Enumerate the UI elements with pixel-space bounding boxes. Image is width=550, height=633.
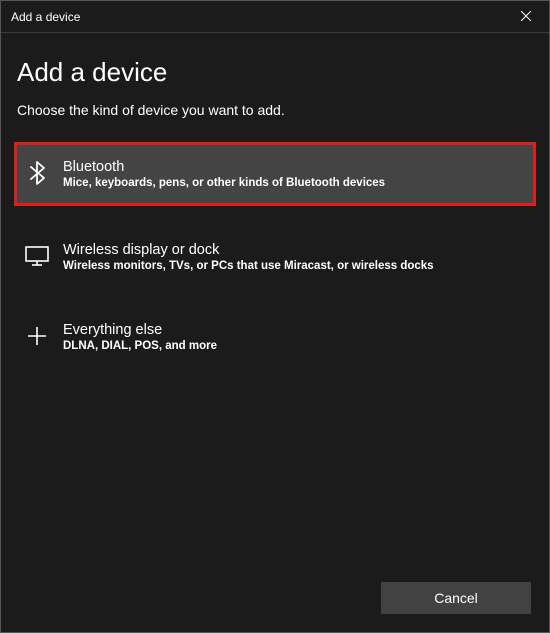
option-desc: Mice, keyboards, pens, or other kinds of… <box>63 177 385 189</box>
titlebar: Add a device <box>1 1 549 33</box>
device-options: Bluetooth Mice, keyboards, pens, or othe… <box>17 142 533 366</box>
footer: Cancel <box>381 582 531 614</box>
bluetooth-icon <box>25 161 49 185</box>
content: Add a device Choose the kind of device y… <box>1 33 549 366</box>
option-desc: Wireless monitors, TVs, or PCs that use … <box>63 260 434 272</box>
plus-icon <box>25 324 49 348</box>
cancel-button[interactable]: Cancel <box>381 582 531 614</box>
titlebar-title: Add a device <box>11 10 80 24</box>
option-text: Bluetooth Mice, keyboards, pens, or othe… <box>63 159 385 189</box>
option-title: Wireless display or dock <box>63 242 434 258</box>
option-everything-else[interactable]: Everything else DLNA, DIAL, POS, and mor… <box>17 308 533 366</box>
close-button[interactable] <box>503 1 549 33</box>
option-title: Everything else <box>63 322 217 338</box>
option-wireless-display[interactable]: Wireless display or dock Wireless monito… <box>17 228 533 286</box>
option-text: Wireless display or dock Wireless monito… <box>63 242 434 272</box>
monitor-icon <box>25 244 49 268</box>
option-bluetooth[interactable]: Bluetooth Mice, keyboards, pens, or othe… <box>14 142 536 206</box>
close-icon <box>521 8 531 26</box>
option-text: Everything else DLNA, DIAL, POS, and mor… <box>63 322 217 352</box>
page-heading: Add a device <box>17 57 533 88</box>
page-subheading: Choose the kind of device you want to ad… <box>17 102 533 118</box>
option-title: Bluetooth <box>63 159 385 175</box>
option-desc: DLNA, DIAL, POS, and more <box>63 340 217 352</box>
